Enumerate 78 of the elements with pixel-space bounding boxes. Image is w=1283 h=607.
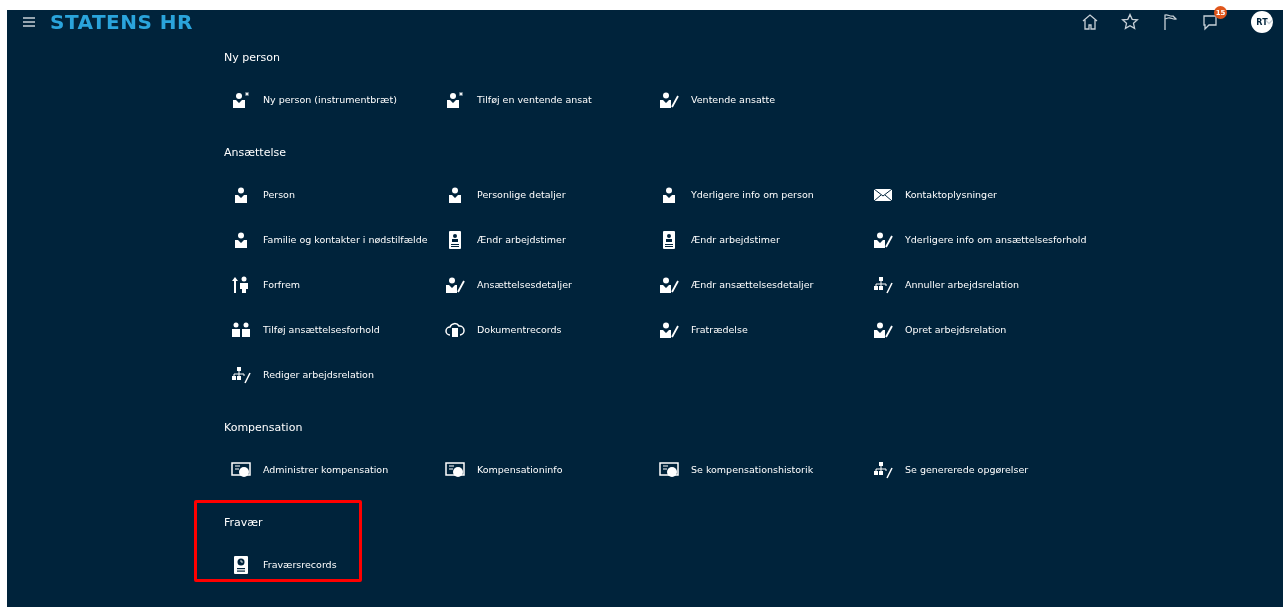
app-title: STATENS HR [50,10,193,34]
clock-card-icon [231,555,251,574]
person-pencil-icon [659,90,679,109]
menu-link[interactable]: Se genererede opgørelser [866,447,1126,492]
org-chart-pencil-icon [873,460,893,479]
link-label: Administrer kompensation [263,464,389,475]
person-star-icon [231,90,251,109]
menu-link[interactable]: Se kompensationshistorik [652,447,866,492]
section-heading: Ansættelse [224,145,287,161]
menu-link[interactable]: Ændr ansættelsesdetaljer [652,262,866,307]
menu-link[interactable]: Ny person (instrumentbræt) [224,77,438,122]
org-chart-pencil-icon [873,275,893,294]
link-label: Tilføj en ventende ansat [477,94,592,105]
user-avatar[interactable]: RT [1251,11,1273,33]
link-label: Person [263,189,295,200]
menu-link[interactable]: Opret arbejdsrelation [866,307,1126,352]
link-label: Kompensationinfo [477,464,563,475]
star-icon[interactable] [1121,13,1139,31]
menu-link[interactable]: Personlige detaljer [438,172,652,217]
menu-link[interactable]: Tilføj ansættelsesforhold [224,307,438,352]
section-heading: Fravær [224,515,264,531]
menu-link[interactable]: Fraværsrecords [224,542,438,587]
link-label: Se kompensationshistorik [691,464,814,475]
menu-link[interactable]: Annuller arbejdsrelation [866,262,1126,307]
menu-link[interactable]: Ændr arbejdstimer [438,217,652,262]
menu-link[interactable]: Administrer kompensation [224,447,438,492]
compensation-icon [445,460,465,479]
link-label: Kontaktoplysninger [905,189,997,200]
link-label: Ny person (instrumentbræt) [263,94,397,105]
link-label: Yderligere info om ansættelsesforhold [905,234,1087,245]
menu-link[interactable]: Forfrem [224,262,438,307]
section-heading: Ny person [224,50,281,66]
person-pencil-icon [873,230,893,249]
menu-link[interactable]: Ændr arbejdstimer [652,217,866,262]
link-label: Ændr arbejdstimer [477,234,566,245]
menu-link[interactable]: Kontaktoplysninger [866,172,1126,217]
person-pencil-icon [873,320,893,339]
cloud-document-icon [445,320,465,339]
promote-person-icon [231,275,251,294]
link-label: Yderligere info om person [691,189,814,200]
menu-link[interactable]: Yderligere info om person [652,172,866,217]
menu-link[interactable]: Person [224,172,438,217]
link-label: Fratrædelse [691,324,748,335]
compensation-icon [231,460,251,479]
menu-link[interactable]: Yderligere info om ansættelsesforhold [866,217,1126,262]
menu-link[interactable]: Fratrædelse [652,307,866,352]
menu-link[interactable]: Kompensationinfo [438,447,652,492]
link-label: Opret arbejdsrelation [905,324,1007,335]
person-star-icon [445,90,465,109]
link-label: Forfrem [263,279,300,290]
link-label: Personlige detaljer [477,189,566,200]
link-label: Familie og kontakter i nødstilfælde [263,234,428,245]
link-label: Ændr ansættelsesdetaljer [691,279,814,290]
menu-link[interactable]: Dokumentrecords [438,307,652,352]
menu-link[interactable]: Ansættelsesdetaljer [438,262,652,307]
link-label: Ændr arbejdstimer [691,234,780,245]
chat-icon[interactable] [1201,13,1219,31]
org-chart-pencil-icon [231,365,251,384]
link-label: Dokumentrecords [477,324,562,335]
two-people-icon [231,320,251,339]
link-label: Se genererede opgørelser [905,464,1029,475]
home-icon[interactable] [1081,13,1099,31]
menu-link[interactable]: Rediger arbejdsrelation [224,352,438,397]
link-label: Rediger arbejdsrelation [263,369,374,380]
menu-link[interactable]: Tilføj en ventende ansat [438,77,652,122]
menu-link[interactable]: Familie og kontakter i nødstilfælde [224,217,438,262]
flag-icon[interactable] [1161,13,1179,31]
link-label: Tilføj ansættelsesforhold [263,324,380,335]
person-pencil-icon [445,275,465,294]
person-pencil-icon [659,320,679,339]
link-label: Ventende ansatte [691,94,776,105]
section-heading: Kompensation [224,420,304,436]
link-label: Annuller arbejdsrelation [905,279,1020,290]
menu-link[interactable]: Ventende ansatte [652,77,866,122]
link-label: Ansættelsesdetaljer [477,279,572,290]
compensation-icon [659,460,679,479]
person-pencil-icon [659,275,679,294]
link-label: Fraværsrecords [263,559,337,570]
